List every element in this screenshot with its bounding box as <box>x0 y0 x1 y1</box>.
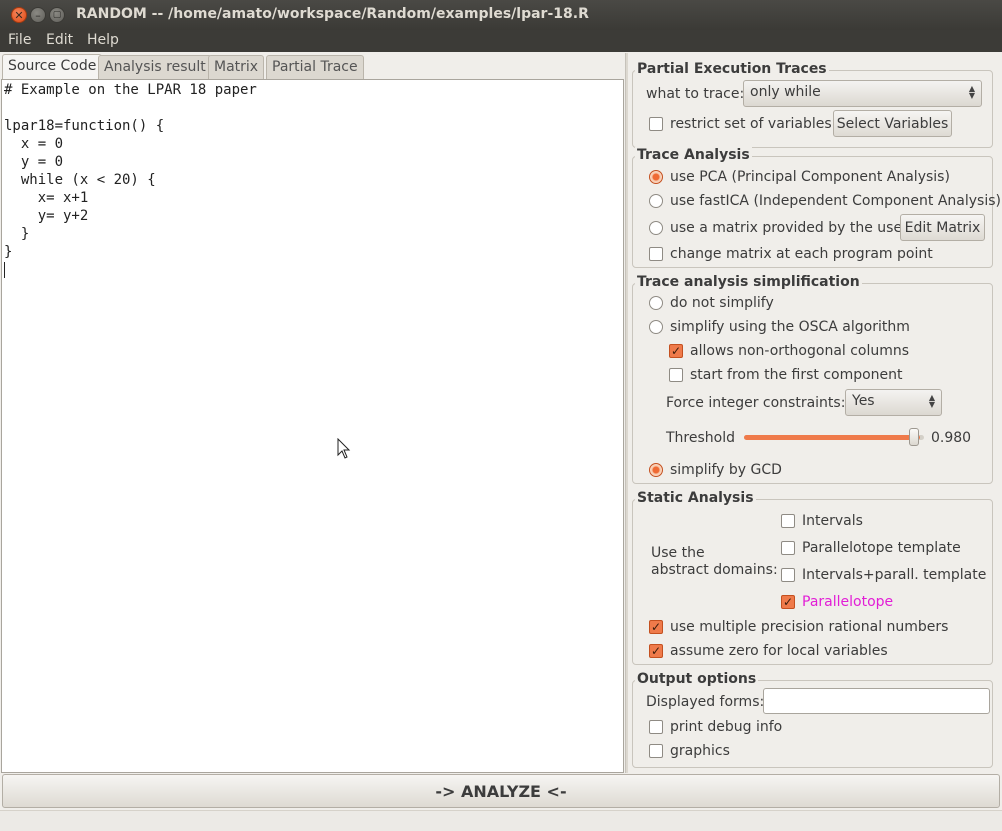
osca-radio[interactable] <box>649 320 663 334</box>
restrict-variables-checkbox[interactable] <box>649 117 663 131</box>
pca-label: use PCA (Principal Component Analysis) <box>670 169 950 185</box>
first-component-checkbox[interactable] <box>669 368 683 382</box>
first-component-label: start from the first component <box>690 367 903 383</box>
debug-info-checkbox[interactable] <box>649 720 663 734</box>
minimize-window-button[interactable]: – <box>30 7 46 23</box>
maximize-icon: ▢ <box>52 9 62 20</box>
domain-parallelotope-template-checkbox[interactable] <box>781 541 795 555</box>
displayed-forms-label: Displayed forms: <box>646 694 765 710</box>
user-matrix-label: use a matrix provided by the user <box>670 220 908 236</box>
pane-separator[interactable] <box>625 53 628 773</box>
zero-locals-checkbox[interactable]: ✓ <box>649 644 663 658</box>
force-integer-value: Yes <box>852 393 875 409</box>
osca-label: simplify using the OSCA algorithm <box>670 319 910 335</box>
tab-partial-trace[interactable]: Partial Trace <box>266 55 364 79</box>
mp-rational-label: use multiple precision rational numbers <box>670 619 949 635</box>
restrict-variables-label: restrict set of variables <box>670 116 832 132</box>
mp-rational-checkbox[interactable]: ✓ <box>649 620 663 634</box>
threshold-value: 0.980 <box>931 430 972 446</box>
domain-parallelotope-template-label: Parallelotope template <box>802 540 961 556</box>
domains-label-line2: abstract domains: <box>651 562 778 578</box>
trace-analysis-title: Trace Analysis <box>635 147 752 163</box>
force-integer-label: Force integer constraints: <box>666 395 846 411</box>
tab-matrix[interactable]: Matrix <box>208 55 265 79</box>
domain-parallelotope-checkbox[interactable]: ✓ <box>781 595 795 609</box>
domain-intervals-label: Intervals <box>802 513 863 529</box>
what-to-trace-combo[interactable]: only while ▲ ▼ <box>743 80 982 107</box>
static-analysis-title: Static Analysis <box>635 490 756 506</box>
gcd-radio[interactable] <box>649 463 663 477</box>
threshold-label: Threshold <box>666 430 735 446</box>
maximize-window-button[interactable]: ▢ <box>49 7 65 23</box>
domain-intervals-parall-label: Intervals+parall. template <box>802 567 987 583</box>
fastica-radio[interactable] <box>649 194 663 208</box>
gcd-label: simplify by GCD <box>670 462 782 478</box>
mouse-pointer-icon <box>337 438 351 459</box>
user-matrix-radio[interactable] <box>649 221 663 235</box>
simplification-title: Trace analysis simplification <box>635 274 862 290</box>
tab-source-code[interactable]: Source Code <box>2 54 103 80</box>
text-cursor <box>4 262 5 278</box>
threshold-slider-handle[interactable] <box>909 428 920 446</box>
status-bar <box>0 810 1002 831</box>
non-orthogonal-checkbox[interactable]: ✓ <box>669 344 683 358</box>
menu-help[interactable]: Help <box>87 32 119 48</box>
tab-analysis-result[interactable]: Analysis result <box>98 55 212 79</box>
change-matrix-checkbox[interactable] <box>649 247 663 261</box>
menu-edit[interactable]: Edit <box>46 32 73 48</box>
zero-locals-label: assume zero for local variables <box>670 643 888 659</box>
fastica-label: use fastICA (Independent Component Analy… <box>670 193 1001 209</box>
simplification-frame <box>632 283 993 484</box>
combo-arrows-icon: ▲ ▼ <box>968 84 975 100</box>
minimize-icon: – <box>35 8 41 22</box>
change-matrix-label: change matrix at each program point <box>670 246 933 262</box>
edit-matrix-button[interactable]: Edit Matrix <box>900 214 985 241</box>
menu-bar <box>0 30 1002 52</box>
close-icon: ✕ <box>14 8 24 22</box>
debug-info-label: print debug info <box>670 719 783 735</box>
graphics-label: graphics <box>670 743 730 759</box>
domains-label-line1: Use the <box>651 545 705 561</box>
select-variables-button[interactable]: Select Variables <box>833 110 952 137</box>
window-title: RANDOM -- /home/amato/workspace/Random/e… <box>76 6 589 22</box>
what-to-trace-value: only while <box>750 84 821 100</box>
domain-parallelotope-label: Parallelotope <box>802 594 894 610</box>
domain-intervals-parall-checkbox[interactable] <box>781 568 795 582</box>
combo-arrows-icon: ▲ ▼ <box>928 393 935 409</box>
domain-intervals-checkbox[interactable] <box>781 514 795 528</box>
do-not-simplify-radio[interactable] <box>649 296 663 310</box>
threshold-slider-fill <box>744 435 921 440</box>
do-not-simplify-label: do not simplify <box>670 295 774 311</box>
partial-execution-title: Partial Execution Traces <box>635 61 829 77</box>
graphics-checkbox[interactable] <box>649 744 663 758</box>
force-integer-combo[interactable]: Yes ▲ ▼ <box>845 389 942 416</box>
displayed-forms-input[interactable] <box>763 688 990 714</box>
pca-radio[interactable] <box>649 170 663 184</box>
what-to-trace-label: what to trace: <box>646 86 745 102</box>
menu-file[interactable]: File <box>8 32 31 48</box>
output-options-title: Output options <box>635 671 759 687</box>
non-orthogonal-label: allows non-orthogonal columns <box>690 343 910 359</box>
close-window-button[interactable]: ✕ <box>11 7 27 23</box>
threshold-slider-track[interactable] <box>744 435 924 440</box>
analyze-button[interactable]: -> ANALYZE <- <box>2 774 1000 808</box>
source-code-text: # Example on the LPAR 18 paper lpar18=fu… <box>4 82 257 260</box>
